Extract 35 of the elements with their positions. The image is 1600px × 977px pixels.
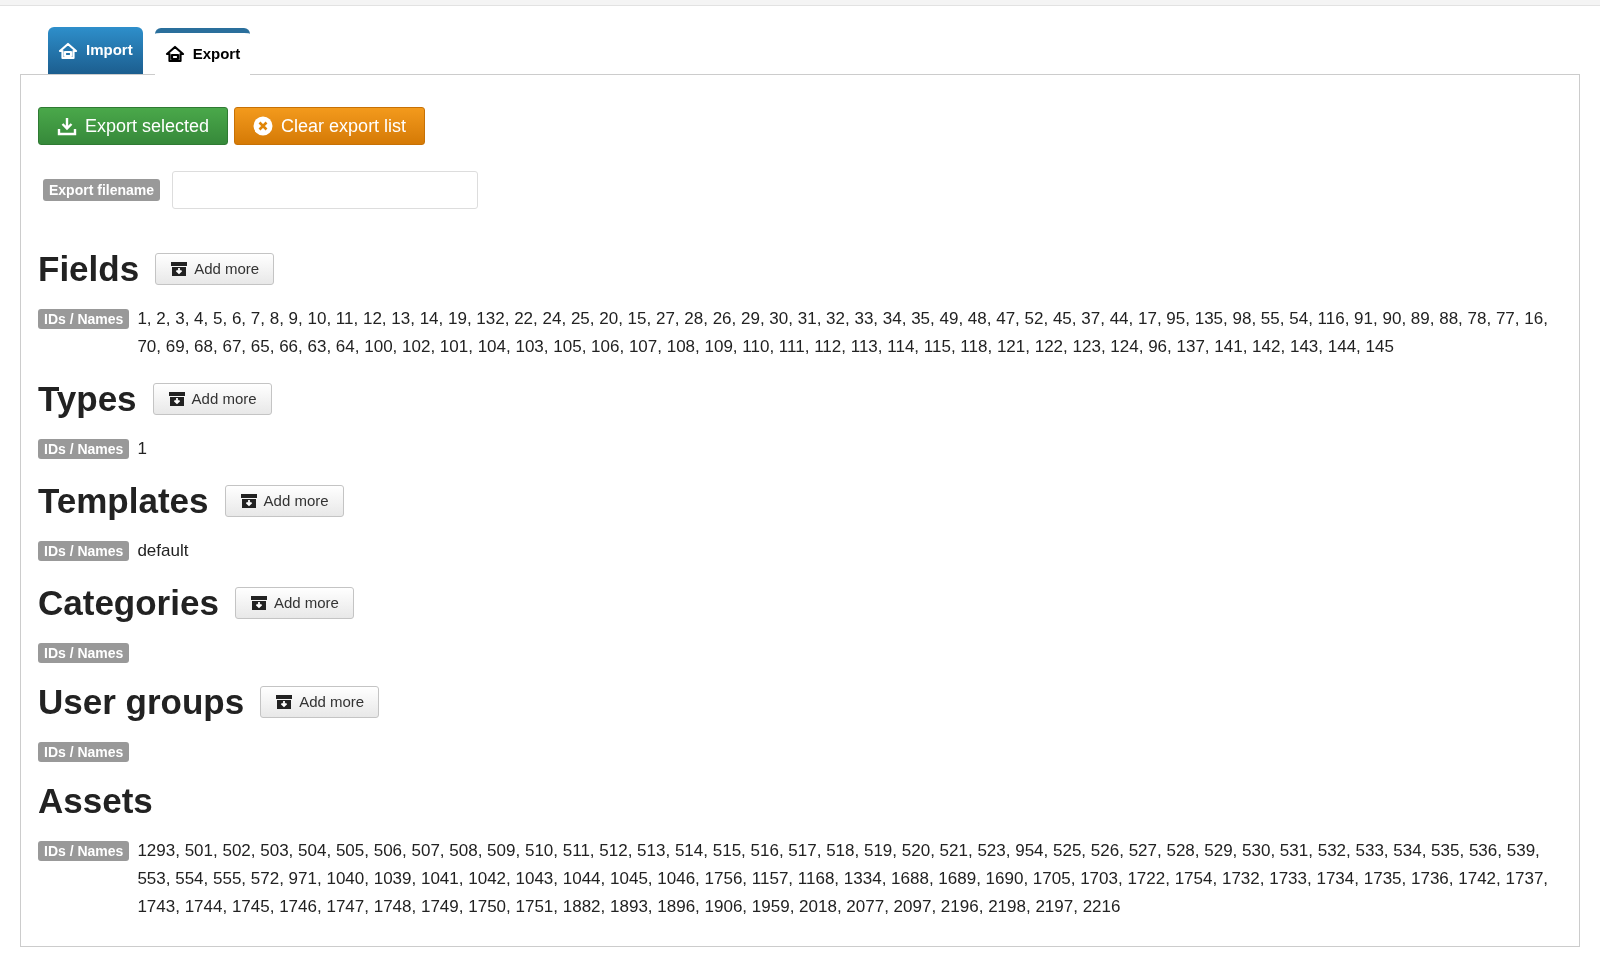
- ids-list: 1: [137, 435, 147, 463]
- ids-label: IDs / Names: [38, 841, 130, 861]
- export-filename-label: Export filename: [43, 179, 161, 201]
- house-icon: [164, 45, 185, 63]
- section-heading: Assets: [38, 781, 153, 821]
- export-filename-input[interactable]: [172, 171, 479, 209]
- add-more-button[interactable]: Add more: [155, 253, 275, 285]
- close-circle-icon: [253, 116, 274, 136]
- archive-icon: [275, 694, 294, 710]
- ids-label: IDs / Names: [38, 309, 130, 329]
- section-heading: Templates: [38, 481, 209, 521]
- ids-list: 1, 2, 3, 4, 5, 6, 7, 8, 9, 10, 11, 12, 13, 14, 19, 132, 22, 24, 25, 20, 15, 27, 28, 26, 29, 30, 31, 32, 33, 34, 35, 49, 48, 47, 52, 45, 37, 44, 17, 95, 135, 98, 55, 54, 116, 91, 90, 89, 88, 78, 77, 16, 70, 69, 68, 67, 65, 66, 63, 64, 100, 102, 101, 104, 103, 105, 106, 107, 108, 109, 110, 111, 112, 113, 114, 115, 118, 121, 122, 123, 124, 96, 137, 141, 142, 143, 144, 145: [137, 305, 1552, 361]
- section-heading: User groups: [38, 682, 245, 722]
- house-icon: [58, 41, 78, 60]
- archive-icon: [239, 493, 258, 509]
- archive-icon: [167, 391, 186, 407]
- add-more-button[interactable]: Add more: [152, 383, 272, 415]
- add-more-button[interactable]: Add more: [234, 587, 354, 619]
- tab[interactable]: Export: [154, 28, 251, 75]
- tab[interactable]: Import: [48, 27, 143, 74]
- ids-label: IDs / Names: [38, 643, 130, 663]
- ids-label: IDs / Names: [38, 541, 130, 561]
- export-selected-button[interactable]: Export selected: [38, 107, 229, 145]
- download-icon: [57, 116, 77, 136]
- ids-list: default: [137, 537, 189, 565]
- ids-label: IDs / Names: [38, 439, 130, 459]
- ids-list: 1293, 501, 502, 503, 504, 505, 506, 507, 508, 509, 510, 511, 512, 513, 514, 515, 516, 517, 518, 519, 520, 521, 523, 954, 525, 526, 527, 528, 529, 530, 531, 532, 533, 534, 535, 536, 539, 553, 554, 555, 572, 971, 1040, 1039, 1041, 1042, 1043, 1044, 1045, 1046, 1756, 1157, 1168, 1334, 1688, 1689, 1690, 1705, 1703, 1722, 1754, 1732, 1733, 1734, 1735, 1736, 1742, 1737, 1743, 1744, 1745, 1746, 1747, 1748, 1749, 1750, 1751, 1882, 1893, 1896, 1906, 1959, 2018, 2077, 2097, 2196, 2198, 2197, 2216: [137, 837, 1552, 921]
- archive-icon: [170, 261, 189, 277]
- archive-icon: [249, 595, 268, 611]
- section-heading: Categories: [38, 583, 219, 623]
- add-more-button[interactable]: Add more: [224, 485, 344, 517]
- section-heading: Types: [38, 379, 137, 419]
- ids-label: IDs / Names: [38, 742, 130, 762]
- section-heading: Fields: [38, 249, 140, 289]
- add-more-button[interactable]: Add more: [260, 686, 380, 718]
